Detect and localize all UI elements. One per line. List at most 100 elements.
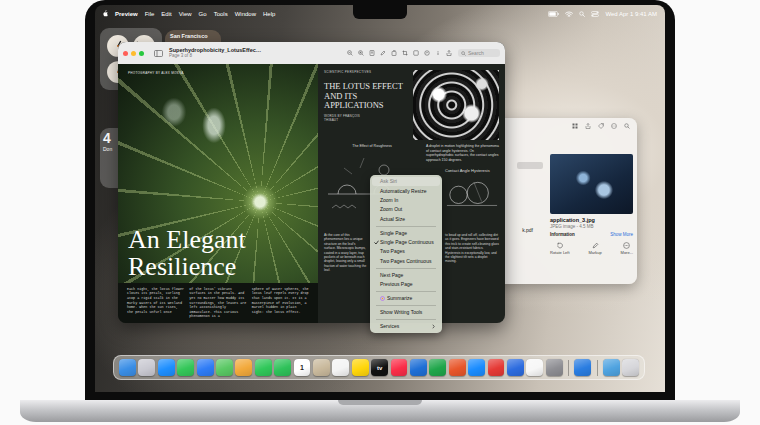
crop-icon[interactable]: [402, 50, 408, 56]
laptop-base: [20, 400, 740, 422]
menu-item[interactable]: Actual Size: [372, 215, 440, 224]
quick-action[interactable]: More...: [621, 242, 633, 255]
quick-action[interactable]: Rotate Left: [550, 242, 570, 255]
apple-icon[interactable]: [102, 10, 108, 17]
menu-item-label: Single Page: [380, 231, 407, 236]
dock-app-icon[interactable]: [216, 359, 233, 376]
leaf-photo: PHOTOGRAPHY BY ALEX MOSSAAn Elegant Resi…: [118, 64, 318, 283]
dock-app-icon[interactable]: [410, 359, 427, 376]
menu-item[interactable]: Two Pages Continuous: [372, 257, 440, 266]
search-field[interactable]: [468, 50, 497, 56]
preview-window: Superhydrophobicity_LotusEffec…Page 3 of…: [118, 42, 505, 323]
dock-app-icon[interactable]: [352, 359, 369, 376]
dock-app-icon[interactable]: [313, 359, 330, 376]
base-groove: [338, 400, 422, 405]
dock-app-icon[interactable]: [622, 359, 639, 376]
menu-item[interactable]: View: [179, 11, 192, 17]
menu-item[interactable]: Edit: [161, 11, 171, 17]
zoom-button[interactable]: [139, 51, 144, 56]
dock-app-icon[interactable]: [449, 359, 466, 376]
dock-app-icon[interactable]: [488, 359, 505, 376]
menu-item[interactable]: Two Pages: [372, 247, 440, 256]
menu-item[interactable]: Automatically Resize: [372, 186, 440, 195]
info-icon[interactable]: [435, 50, 441, 56]
menu-item-label: Automatically Resize: [380, 189, 426, 194]
sign-icon[interactable]: [424, 50, 430, 56]
tag-icon[interactable]: [598, 123, 604, 129]
share-icon[interactable]: [585, 123, 591, 129]
checkmark-icon: [374, 240, 379, 245]
menu-bar-clock[interactable]: Wed Apr 1 9:41 AM: [605, 11, 657, 17]
article-header: SCIENTIFIC PERSPECTIVESTHE LOTUS EFFECT …: [324, 70, 499, 140]
show-more-link[interactable]: Show More: [610, 232, 633, 237]
menu-item[interactable]: Next Page: [372, 271, 440, 280]
battery-icon[interactable]: [548, 11, 559, 17]
menu-item[interactable]: Single Page: [372, 228, 440, 237]
zoom-in-icon[interactable]: [358, 50, 364, 56]
zoom-out-icon[interactable]: [347, 50, 353, 56]
dock-app-icon[interactable]: [603, 359, 620, 376]
dock-app-icon[interactable]: [546, 359, 563, 376]
dock-app-icon[interactable]: [429, 359, 446, 376]
menu-item-label: Single Page Continuous: [380, 240, 434, 245]
dock-app-icon[interactable]: tv: [371, 359, 388, 376]
page-indicator: Page 3 of 8: [169, 53, 341, 59]
sidebar-icon[interactable]: [154, 50, 163, 57]
more-icon[interactable]: [611, 123, 617, 129]
menu-item[interactable]: Window: [235, 11, 256, 17]
share-icon[interactable]: [446, 50, 452, 56]
dock-app-icon[interactable]: [177, 359, 194, 376]
menu-item-label: Two Pages: [380, 249, 405, 254]
dock-app-icon[interactable]: [138, 359, 155, 376]
menu-separator: [376, 305, 436, 306]
menu-item[interactable]: Previous Page: [372, 280, 440, 289]
control-center-icon[interactable]: [591, 11, 599, 17]
dock-app-icon[interactable]: [507, 359, 524, 376]
byline: WORDS BY FRANÇOIS THIBAUT: [324, 114, 364, 122]
dock-app-icon[interactable]: [574, 359, 591, 376]
menu-item[interactable]: Tools: [214, 11, 228, 17]
dock-app-icon[interactable]: [274, 359, 291, 376]
dock-app-icon[interactable]: [332, 359, 349, 376]
hysteresis-figure: Contact Angle Hysteresis: [445, 168, 499, 213]
dock-app-icon[interactable]: [235, 359, 252, 376]
markup-icon[interactable]: [380, 50, 386, 56]
dock-app-icon[interactable]: [255, 359, 272, 376]
menu-separator: [376, 319, 436, 320]
menu-item[interactable]: Services: [372, 322, 440, 331]
close-button[interactable]: [123, 51, 128, 56]
context-menu: Ask SiriAutomatically ResizeZoom InZoom …: [370, 175, 442, 333]
document-view[interactable]: PHOTOGRAPHY BY ALEX MOSSAAn Elegant Resi…: [118, 64, 505, 323]
camera-notch: [353, 5, 407, 19]
search-document-icon[interactable]: [369, 50, 375, 56]
rotate-icon[interactable]: [391, 50, 397, 56]
article-columns: Each night, the lotus flower closes its …: [118, 283, 318, 323]
menu-item[interactable]: Go: [199, 11, 207, 17]
dock-icon-glyph: tv: [377, 365, 382, 371]
dock-app-icon[interactable]: [158, 359, 175, 376]
menu-item[interactable]: Zoom Out: [372, 205, 440, 214]
wifi-icon[interactable]: [565, 11, 573, 17]
search-icon[interactable]: [624, 123, 630, 129]
dock-app-icon[interactable]: [526, 359, 543, 376]
menu-item[interactable]: Summarize: [372, 294, 440, 303]
menu-separator: [376, 226, 436, 227]
menu-item-label: Next Page: [380, 273, 403, 278]
spotlight-icon[interactable]: [579, 11, 585, 17]
minimize-button[interactable]: [131, 51, 136, 56]
menu-item[interactable]: Help: [263, 11, 275, 17]
app-menu[interactable]: Preview: [115, 11, 138, 17]
dock-app-icon[interactable]: [391, 359, 408, 376]
menu-item[interactable]: Zoom In: [372, 196, 440, 205]
dock-app-icon[interactable]: [197, 359, 214, 376]
quick-action[interactable]: Markup: [588, 242, 601, 255]
menu-item[interactable]: File: [145, 11, 155, 17]
dock-app-icon[interactable]: [468, 359, 485, 376]
highlight-icon[interactable]: [413, 50, 419, 56]
dock-separator: [597, 360, 598, 376]
dock-app-icon[interactable]: 1: [294, 359, 311, 376]
view-icon[interactable]: [572, 123, 578, 129]
menu-item[interactable]: Show Writing Tools: [372, 308, 440, 317]
menu-item[interactable]: Single Page Continuous: [372, 238, 440, 247]
dock-app-icon[interactable]: [119, 359, 136, 376]
